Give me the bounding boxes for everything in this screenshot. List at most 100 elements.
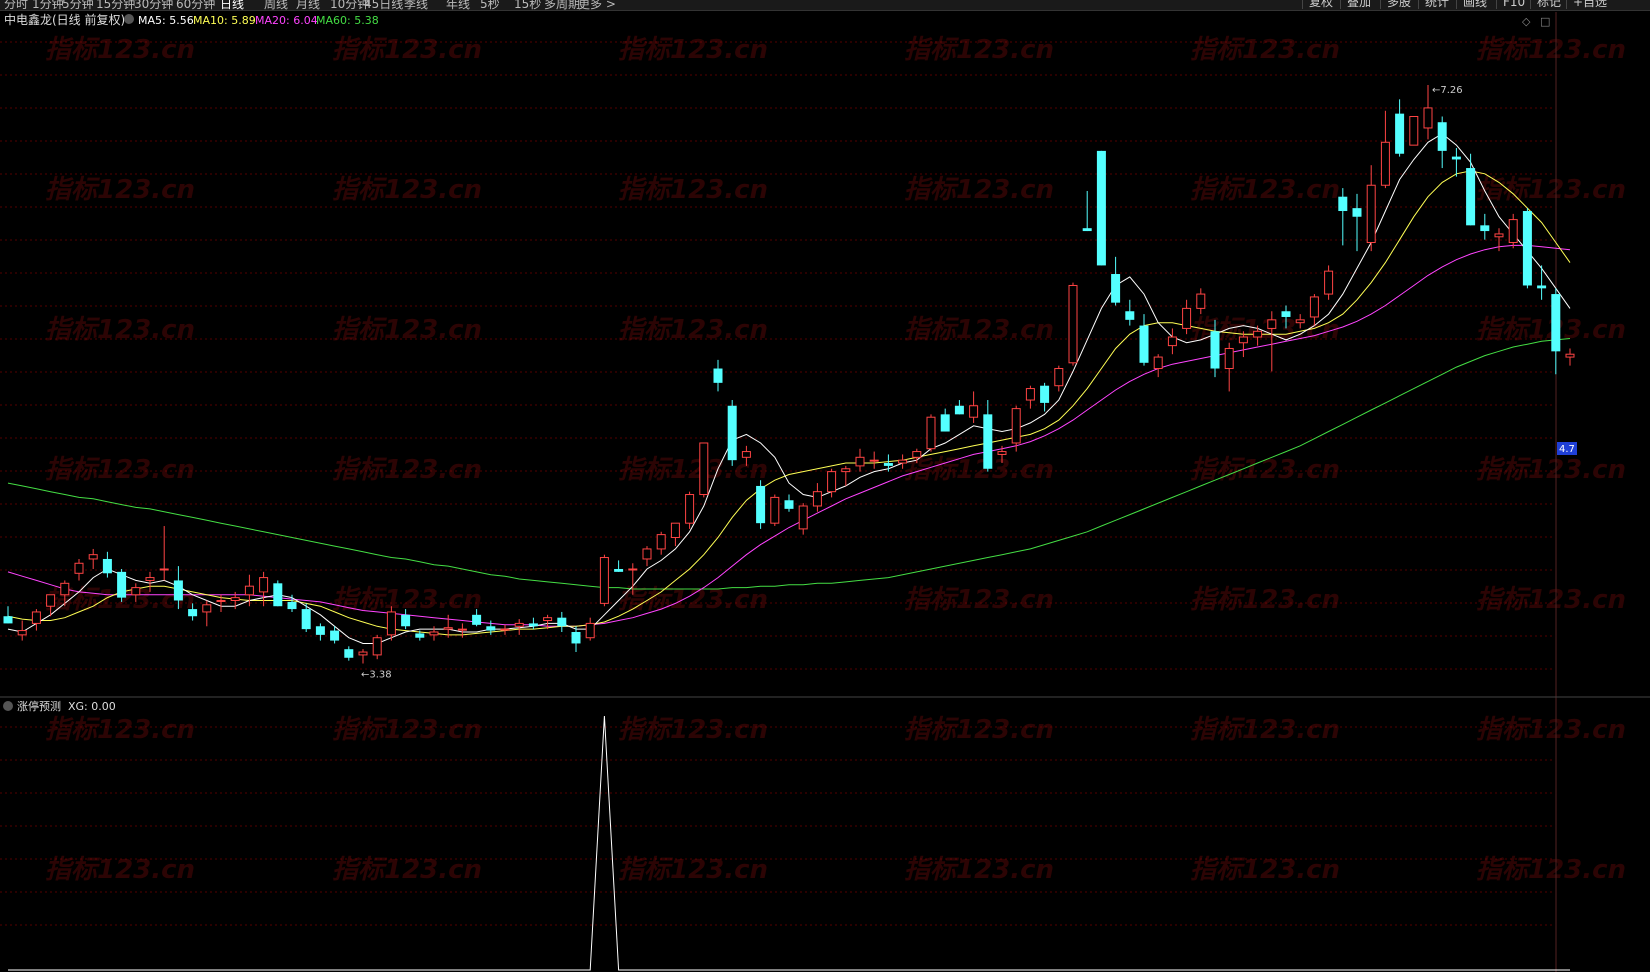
candle <box>585 617 595 641</box>
candle-body <box>131 587 141 596</box>
candle <box>1522 208 1532 289</box>
candle-body <box>17 630 27 636</box>
candle-body <box>770 496 780 524</box>
watermark: 指标123.cn <box>904 585 1054 615</box>
candle-body <box>1295 319 1305 324</box>
watermark: 指标123.cn <box>332 35 482 65</box>
candle-body <box>869 459 879 462</box>
candle <box>599 554 609 607</box>
candle-body <box>898 459 908 464</box>
candle-body <box>812 491 822 507</box>
diamond-icon[interactable]: ◇ <box>1522 15 1531 28</box>
candle-body <box>656 534 666 550</box>
candle-body <box>3 616 13 624</box>
candle-body <box>1153 356 1163 370</box>
candle <box>358 649 368 664</box>
candle-body <box>173 580 183 601</box>
candle-body <box>628 568 638 571</box>
candle-body <box>415 633 425 638</box>
candle-body <box>1281 311 1291 317</box>
candle <box>656 531 666 555</box>
candle-body <box>1125 311 1135 320</box>
candle-body <box>372 637 382 656</box>
candle-body <box>1253 330 1263 338</box>
watermark: 指标123.cn <box>904 715 1054 745</box>
candle <box>3 606 13 624</box>
watermark: 指标123.cn <box>1476 855 1626 885</box>
ma-legend-label: MA10: 5.89 <box>193 14 256 27</box>
candle <box>727 400 737 466</box>
candle <box>841 465 851 486</box>
candle-body <box>1167 336 1177 347</box>
kline-chart[interactable]: 指标123.cn 指标123.cn 指标123.cn 指标123.cn 指标123.cn… <box>0 0 1650 972</box>
candle-body <box>699 442 709 496</box>
window-icon[interactable]: □ <box>1540 15 1550 28</box>
candle <box>1480 213 1490 240</box>
watermark: 指标123.cn <box>904 175 1054 205</box>
watermark: 指标123.cn <box>45 315 195 345</box>
candle-body <box>401 614 411 627</box>
candle <box>798 503 808 535</box>
candle <box>1409 116 1419 146</box>
candle-body <box>855 456 865 467</box>
watermark: 指标123.cn <box>1190 715 1340 745</box>
candle-body <box>713 368 723 383</box>
candle-body <box>60 582 70 596</box>
watermark: 指标123.cn <box>904 315 1054 345</box>
candle-body <box>159 568 169 571</box>
candle <box>1451 148 1461 177</box>
candle <box>500 624 510 635</box>
candle-body <box>259 577 269 593</box>
candle-body <box>571 631 581 644</box>
candle-body <box>1025 388 1035 401</box>
watermark: 指标123.cn <box>904 855 1054 885</box>
watermark: 指标123.cn <box>1190 585 1340 615</box>
candle-body <box>1068 284 1078 364</box>
candle <box>372 634 382 660</box>
candle-body <box>457 628 467 631</box>
candle-body <box>557 617 567 627</box>
candle <box>1537 265 1547 300</box>
watermark: 指标123.cn <box>904 35 1054 65</box>
candle <box>670 522 680 547</box>
candle <box>869 451 879 469</box>
candle-body <box>202 604 212 613</box>
candle-body <box>528 623 538 627</box>
candle-body <box>1139 325 1149 363</box>
high-price-label: ←7.26 <box>1432 85 1463 96</box>
candle <box>315 623 325 641</box>
candle <box>1068 282 1078 366</box>
candle-body <box>188 609 198 617</box>
candle <box>1025 385 1035 409</box>
candle <box>770 494 780 527</box>
candle-body <box>330 630 340 641</box>
watermark: 指标123.cn <box>332 585 482 615</box>
candle-body <box>31 611 41 624</box>
candle <box>273 580 283 607</box>
candle-body <box>1522 211 1532 286</box>
settings-toggle-icon[interactable] <box>124 14 134 24</box>
watermark: 指标123.cn <box>618 315 768 345</box>
candle-body <box>486 626 496 631</box>
candle-body <box>429 631 439 636</box>
watermark: 指标123.cn <box>45 715 195 745</box>
candle-body <box>1182 307 1192 329</box>
candle-body <box>756 485 766 524</box>
ma-legend-label: MA20: 6.04 <box>255 14 318 27</box>
candle <box>699 442 709 498</box>
watermark: 指标123.cn <box>332 315 482 345</box>
indicator-toggle-icon[interactable] <box>3 701 13 711</box>
candle-body <box>841 468 851 473</box>
candle-body <box>273 583 283 607</box>
candle <box>1437 116 1447 169</box>
watermark: 指标123.cn <box>45 35 195 65</box>
candle-body <box>1508 219 1518 244</box>
candles <box>3 85 1575 664</box>
candle-body <box>1238 336 1248 344</box>
candle-body <box>997 451 1007 455</box>
candle-body <box>1338 196 1348 212</box>
candle-body <box>1324 270 1334 295</box>
candle-body <box>983 414 993 469</box>
candle-body <box>727 405 737 461</box>
candle-body <box>969 405 979 418</box>
